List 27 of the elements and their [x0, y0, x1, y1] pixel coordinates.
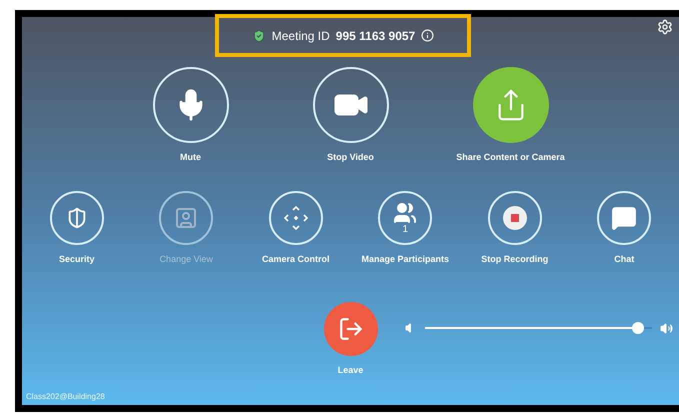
action-label: Camera Control — [262, 252, 330, 266]
direction-arrows-icon — [282, 204, 310, 232]
action-button[interactable]: 1 — [378, 190, 432, 244]
leave-button[interactable] — [324, 302, 378, 356]
exit-icon — [338, 316, 364, 342]
meeting-id-number: 995 1163 9057 — [336, 28, 416, 44]
action-label: Stop Video — [327, 151, 374, 164]
person-frame-icon — [174, 206, 198, 230]
info-icon[interactable] — [421, 29, 434, 42]
action-label: Security — [58, 252, 95, 266]
action-label: Share Content or Camera — [456, 151, 565, 164]
leave-label: Leave — [338, 364, 364, 377]
speaker-loud-icon — [660, 322, 673, 335]
volume-slider[interactable] — [424, 322, 652, 334]
action-label: Chat — [614, 252, 634, 266]
action-label: Stop Recording — [481, 252, 548, 266]
meeting-id-label: Meeting ID — [272, 28, 330, 44]
room-name: Class202@Building28 — [26, 391, 105, 403]
action-label: Change View — [160, 252, 213, 266]
action-label: Manage Participants — [361, 252, 450, 266]
action-label: Mute — [180, 151, 201, 164]
settings-icon[interactable] — [657, 19, 673, 35]
slider-thumb[interactable] — [632, 322, 644, 334]
record-stop-icon — [502, 204, 528, 230]
chat-bubble-icon — [611, 204, 638, 230]
participant-count: 1 — [402, 224, 408, 234]
people-icon — [393, 200, 418, 224]
